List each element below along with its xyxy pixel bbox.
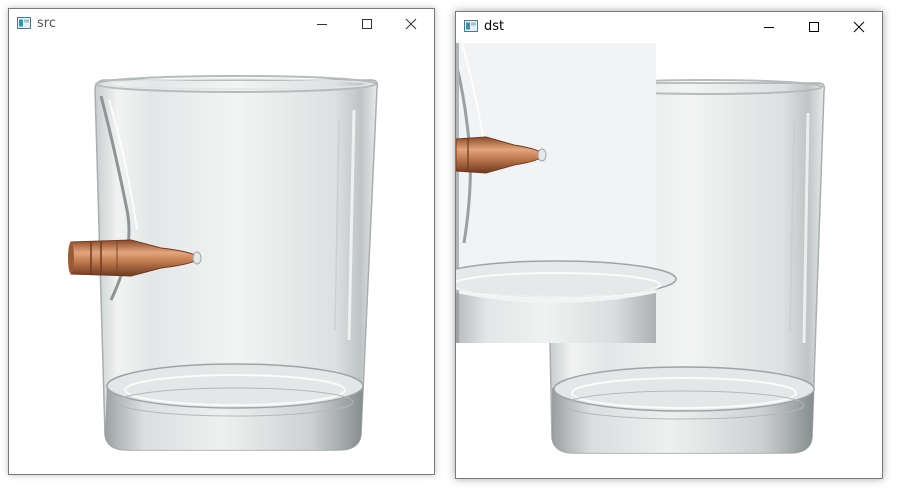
- opencv-window-icon: [17, 17, 31, 29]
- close-icon: [853, 21, 865, 33]
- dst-close-button[interactable]: [836, 12, 882, 42]
- src-image-canvas: [9, 40, 434, 474]
- maximize-icon: [362, 19, 372, 29]
- src-close-button[interactable]: [388, 9, 434, 39]
- close-icon: [405, 18, 417, 30]
- minimize-icon: [317, 24, 327, 25]
- maximize-icon: [809, 22, 819, 32]
- dst-titlebar[interactable]: dst: [456, 12, 882, 42]
- src-minimize-button[interactable]: [299, 9, 345, 39]
- dst-maximize-button[interactable]: [791, 12, 837, 42]
- src-titlebar[interactable]: src: [9, 9, 434, 39]
- src-window-title: src: [37, 16, 56, 31]
- dst-window-title: dst: [484, 19, 505, 34]
- src-maximize-button[interactable]: [344, 9, 390, 39]
- minimize-icon: [764, 27, 774, 28]
- dst-minimize-button[interactable]: [746, 12, 792, 42]
- opencv-window-icon: [464, 20, 478, 32]
- composited-glass-image: [456, 43, 826, 454]
- src-window: src: [8, 8, 435, 475]
- bullet-glass-image: [68, 75, 379, 451]
- pasted-crop-region: [456, 43, 677, 343]
- dst-window: dst: [455, 11, 883, 479]
- dst-image-canvas: [456, 43, 882, 478]
